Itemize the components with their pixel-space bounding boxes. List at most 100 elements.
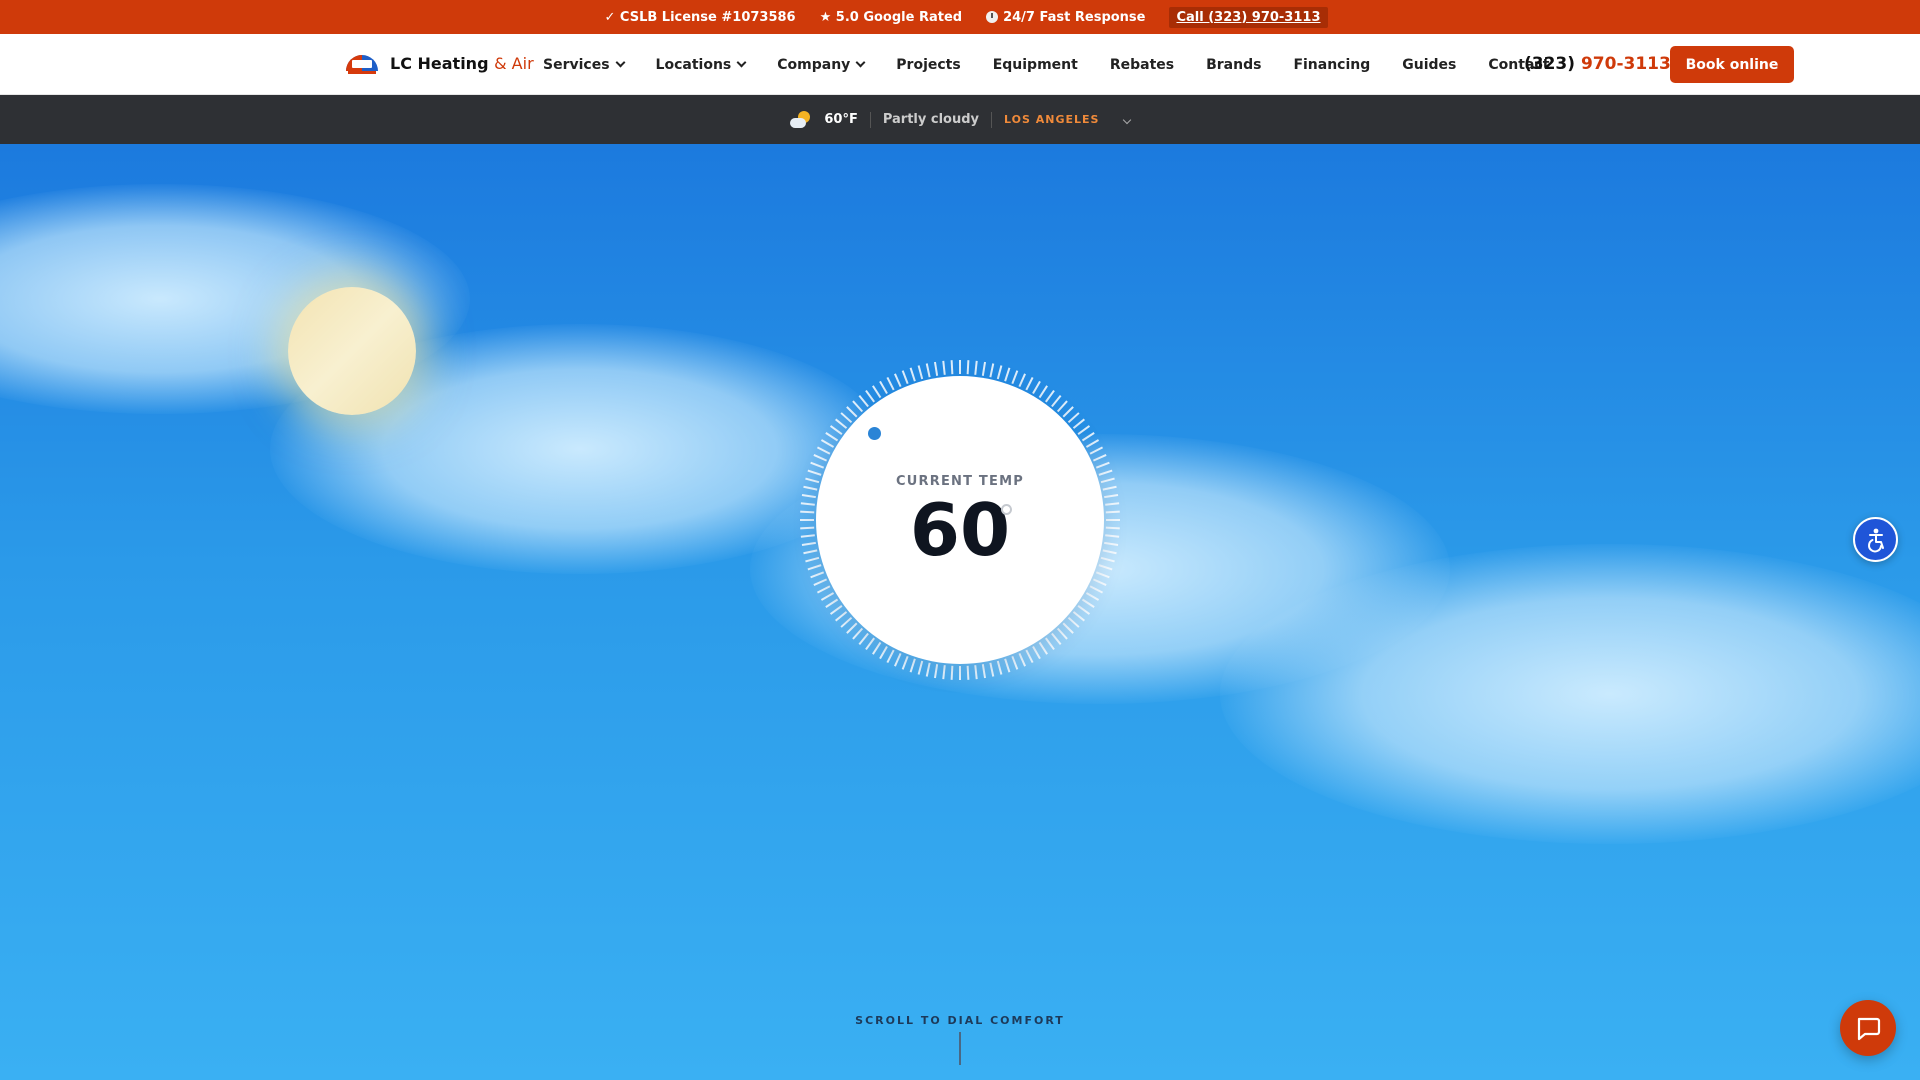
- dial-tick: [1045, 637, 1055, 651]
- dial-tick: [886, 376, 895, 391]
- dial-label: CURRENT TEMP: [896, 474, 1024, 489]
- nav-link-financing[interactable]: Financing: [1293, 57, 1370, 73]
- nav-link-rebates[interactable]: Rebates: [1110, 57, 1174, 73]
- book-online-button[interactable]: Book online: [1670, 46, 1794, 83]
- announcement-bar: ✓ CSLB License #1073586 ★ 5.0 Google Rat…: [0, 0, 1920, 34]
- sun-decoration: [288, 287, 416, 415]
- logo-name: LC Heating: [390, 53, 489, 73]
- dial-tick: [1011, 655, 1019, 670]
- dial-tick: [950, 665, 954, 680]
- dial-tick: [1095, 571, 1110, 579]
- dial-tick: [966, 360, 970, 375]
- nav-link-company[interactable]: Company: [777, 57, 866, 73]
- dial-tick: [1056, 627, 1068, 640]
- phone-number: 970-3113: [1580, 54, 1671, 74]
- dial-tick: [933, 664, 939, 679]
- dial-tick: [933, 361, 939, 376]
- dial-tick: [820, 439, 835, 448]
- dial-tick: [810, 461, 825, 469]
- weather-divider: [869, 111, 871, 128]
- hero-section: CURRENT TEMP 60 SCROLL TO DIAL COMFORT: [0, 144, 1920, 1080]
- dial-tick: [829, 425, 843, 435]
- response-badge: 24/7 Fast Response: [986, 10, 1145, 25]
- dial-tick: [917, 660, 924, 675]
- chat-button[interactable]: [1840, 1000, 1896, 1056]
- dial-tick: [1011, 370, 1019, 385]
- degree-symbol: [1001, 504, 1012, 515]
- nav-link-services[interactable]: Services: [543, 56, 625, 73]
- dial-tick: [1095, 461, 1110, 469]
- logo-icon: [346, 55, 378, 74]
- partly-cloudy-icon: [790, 110, 812, 129]
- dial-tick: [974, 665, 978, 680]
- weather-strip: 60°F Partly cloudy LOS ANGELES: [0, 95, 1920, 144]
- dial-tick: [1089, 585, 1104, 594]
- dial-tick: [846, 622, 858, 634]
- dial-tick: [925, 662, 931, 677]
- dial-tick: [1092, 454, 1107, 462]
- scroll-cue: SCROLL TO DIAL COMFORT: [855, 1014, 1065, 1027]
- dial-tick: [852, 400, 864, 413]
- dial-tick: [825, 598, 839, 608]
- dial-tick: [813, 578, 828, 586]
- dial-tick: [1045, 389, 1055, 403]
- license-badge: ✓ CSLB License #1073586: [604, 9, 796, 25]
- dial-tick: [942, 360, 946, 375]
- rating-badge: ★ 5.0 Google Rated: [819, 9, 963, 25]
- nav-link-label: Rebates: [1109, 56, 1175, 73]
- weather-condition: Partly cloudy: [882, 112, 980, 127]
- dial-tick: [840, 616, 853, 628]
- dial-tick: [1051, 395, 1062, 408]
- dial-temperature: 60: [909, 488, 1011, 572]
- chevron-down-icon: [855, 57, 866, 68]
- dial-tick: [1051, 632, 1062, 645]
- dial-tick: [1085, 592, 1100, 601]
- dial-tick: [879, 380, 888, 395]
- dial-tick: [865, 389, 875, 403]
- dial-tick: [865, 637, 875, 651]
- dial-tick: [1032, 380, 1041, 395]
- dial-tick: [996, 365, 1003, 380]
- nav-link-label: Projects: [896, 56, 961, 73]
- dial-tick: [1077, 605, 1091, 615]
- dial-tick: [1062, 622, 1074, 634]
- dial-tick: [1025, 649, 1034, 664]
- dial-tick: [966, 665, 970, 680]
- nav-link-guides[interactable]: Guides: [1402, 57, 1456, 73]
- dial-tick: [909, 367, 916, 382]
- response-text: 24/7 Fast Response: [1003, 9, 1146, 25]
- logo-link[interactable]: LC Heating & Air: [344, 51, 534, 75]
- dial-tick: [835, 611, 848, 622]
- nav-link-projects[interactable]: Projects: [896, 57, 960, 73]
- main-nav: LC Heating & Air Services Locations Compan…: [0, 34, 1920, 95]
- accessibility-button[interactable]: [1853, 517, 1898, 562]
- dial-tick: [996, 660, 1003, 675]
- nav-link-label: Services: [543, 56, 610, 73]
- call-link[interactable]: Call (323) 970-3113: [1169, 6, 1328, 28]
- dial-tick: [872, 385, 882, 399]
- dial-tick: [1004, 367, 1011, 382]
- nav-link-locations[interactable]: Locations: [656, 57, 747, 73]
- dial-tick: [917, 365, 924, 380]
- dial-tick: [829, 605, 843, 615]
- chat-icon: [1857, 1017, 1881, 1041]
- dial-tick: [820, 592, 835, 601]
- dial-tick: [825, 432, 839, 442]
- dial-tick: [810, 571, 825, 579]
- dial-tick: [1004, 658, 1011, 673]
- thermostat-dial[interactable]: CURRENT TEMP 60: [800, 360, 1120, 680]
- dial-tick: [1081, 598, 1095, 608]
- nav-link-equipment[interactable]: Equipment: [993, 57, 1078, 73]
- dial-tick: [1038, 385, 1048, 399]
- dial-tick: [989, 363, 995, 378]
- dial-tick: [894, 373, 902, 388]
- nav-phone-link[interactable]: (323) 970-3113: [1524, 54, 1671, 74]
- dial-tick: [1077, 425, 1091, 435]
- logo-accent: & Air: [494, 53, 534, 73]
- dial-tick: [846, 406, 858, 418]
- dial-tick: [942, 665, 946, 680]
- city-selector[interactable]: LOS ANGELES: [1004, 112, 1131, 127]
- dial-tick: [1072, 418, 1085, 429]
- nav-link-brands[interactable]: Brands: [1206, 57, 1261, 73]
- dial-handle[interactable]: [868, 427, 881, 440]
